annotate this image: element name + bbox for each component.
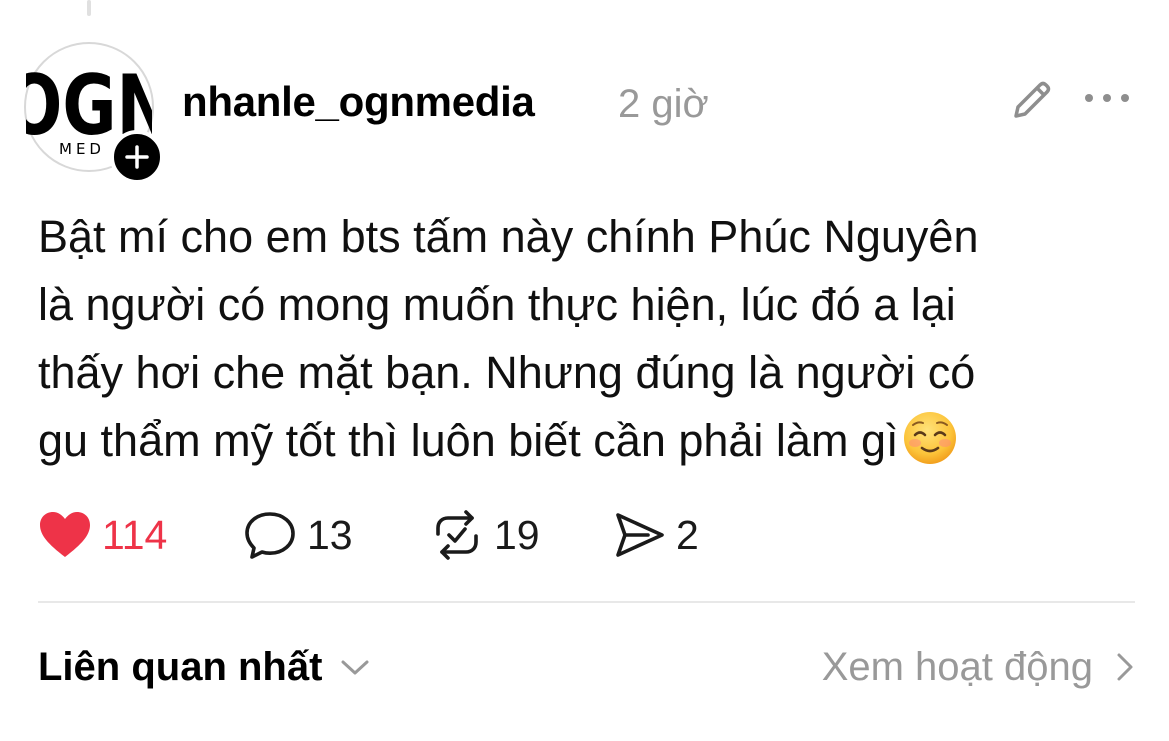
edit-pencil-icon xyxy=(1014,81,1051,118)
post-text-line: là người có mong muốn thực hiện, lúc đó … xyxy=(38,279,956,330)
more-options-button[interactable] xyxy=(1082,86,1132,110)
share-count: 2 xyxy=(676,512,699,558)
view-activity-link[interactable]: Xem hoạt động xyxy=(822,640,1135,694)
edit-button[interactable] xyxy=(1008,76,1056,124)
comment-count: 13 xyxy=(307,512,353,558)
like-button[interactable]: 114 xyxy=(38,508,167,562)
repost-icon xyxy=(436,510,478,560)
heart-icon xyxy=(40,512,90,557)
chevron-down-icon xyxy=(341,660,369,675)
share-button[interactable]: 2 xyxy=(612,508,699,562)
follow-button[interactable] xyxy=(110,130,164,184)
sort-dropdown[interactable]: Liên quan nhất xyxy=(38,640,370,694)
sort-dropdown-label: Liên quan nhất xyxy=(38,645,323,689)
post-text-line-content: gu thẩm mỹ tốt thì luôn biết cần phải là… xyxy=(38,415,899,466)
post-text-line: thấy hơi che mặt bạn. Nhưng đúng là ngườ… xyxy=(38,347,976,398)
thread-connector-line xyxy=(87,0,91,16)
post-text-line-last: gu thẩm mỹ tốt thì luôn biết cần phải là… xyxy=(38,407,1148,475)
plus-icon xyxy=(125,145,149,169)
like-count: 114 xyxy=(102,512,168,558)
avatar-logo-subtext: MED xyxy=(59,140,105,158)
more-dots-icon xyxy=(1085,94,1129,102)
comment-bubble-icon xyxy=(245,512,295,559)
view-activity-label: Xem hoạt động xyxy=(821,645,1093,689)
comment-button[interactable]: 13 xyxy=(243,508,353,562)
smiling-face-icon xyxy=(904,412,957,464)
chevron-right-icon xyxy=(1117,653,1133,681)
post-body-text: Bật mí cho em bts tấm này chính Phúc Ngu… xyxy=(38,203,1148,475)
share-send-icon xyxy=(616,513,664,557)
section-divider xyxy=(38,601,1135,603)
post-actions-bar: 114 13 19 2 xyxy=(0,508,1169,562)
post-timestamp: 2 giờ xyxy=(618,82,709,126)
repost-count: 19 xyxy=(494,512,540,558)
repost-button[interactable]: 19 xyxy=(430,508,540,562)
post-text-line: Bật mí cho em bts tấm này chính Phúc Ngu… xyxy=(38,211,979,262)
post-author-username[interactable]: nhanle_ognmedia xyxy=(182,76,535,128)
